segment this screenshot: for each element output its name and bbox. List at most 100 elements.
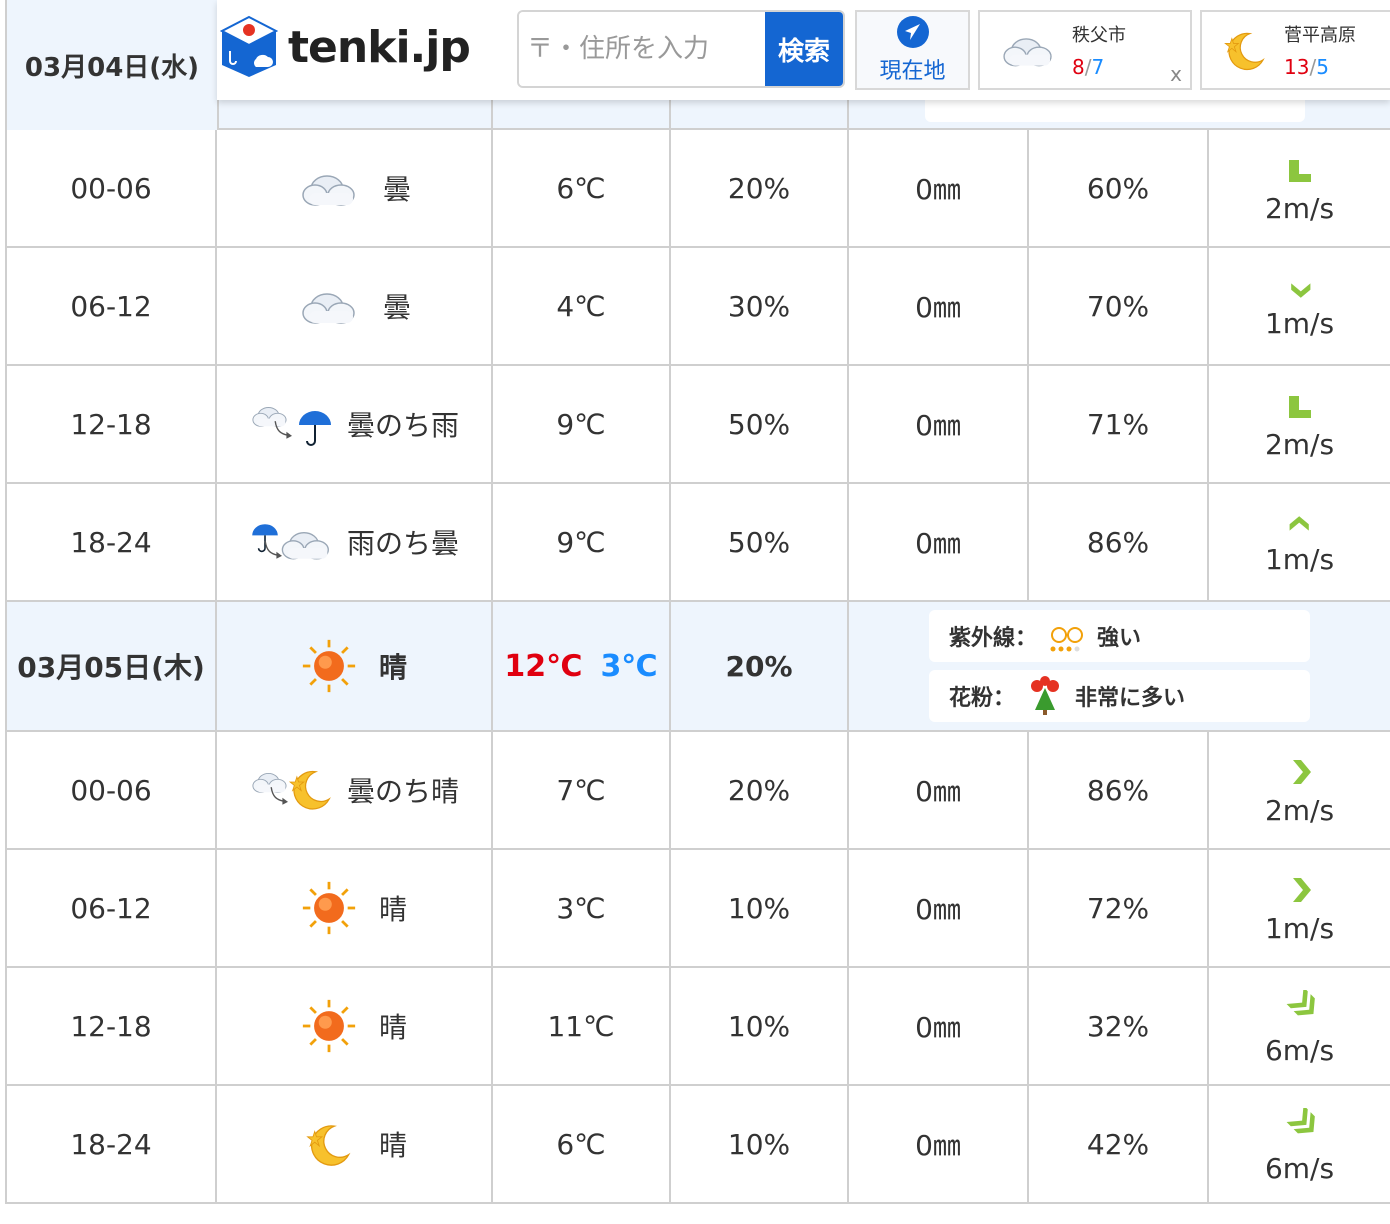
max-temp: 12℃ xyxy=(504,648,583,684)
wind-arrow-icon xyxy=(1292,759,1311,784)
min-temp: 3℃ xyxy=(600,648,658,684)
table-row: 18-24 雨のち曇 9℃ 50% 0㎜ 86% 1m/s xyxy=(5,482,1390,602)
wind-speed: 6m/s xyxy=(1264,1151,1335,1185)
location-name: 菅平高原 xyxy=(1284,25,1356,46)
uv-value: 強い xyxy=(1097,626,1142,651)
wind-arrow-icon xyxy=(1288,395,1311,418)
moon-icon xyxy=(1224,32,1264,71)
search-box: 検索 xyxy=(517,10,845,88)
wind-arrow-icon xyxy=(1286,989,1315,1015)
location-arrow-icon xyxy=(896,16,929,48)
wind-speed: 2m/s xyxy=(1264,793,1335,827)
wind-speed: 6m/s xyxy=(1264,1033,1335,1067)
table-row: 18-24 晴 6℃ 10% 0㎜ 42% 6m/s xyxy=(5,1084,1390,1204)
temp-cell: 3℃ xyxy=(491,848,671,968)
close-icon[interactable]: x xyxy=(1170,62,1182,86)
time-cell: 12-18 xyxy=(5,364,217,484)
wind-arrow-icon xyxy=(1288,159,1311,182)
precip-prob-cell: 10% xyxy=(669,1084,849,1204)
precip-cell: 0㎜ xyxy=(847,128,1029,248)
moon-icon xyxy=(306,1125,350,1166)
location-card[interactable]: 秩父市 8/7 x xyxy=(978,10,1192,90)
weather-label: 雨のち曇 xyxy=(346,527,459,560)
day-summary-row: 03月05日(木) 晴 12℃ 3℃ 20% 紫外線： 強い 花粉： 非常に多い xyxy=(5,600,1390,732)
precip-prob-cell: 20% xyxy=(669,600,849,732)
precip-cell: 0㎜ xyxy=(847,364,1029,484)
cloud-icon xyxy=(302,293,355,324)
humidity-cell: 86% xyxy=(1027,482,1209,602)
wind-arrow-icon xyxy=(1290,282,1310,298)
logo-text: tenki.jp xyxy=(288,21,471,73)
uv-label: 紫外線： xyxy=(949,626,1038,651)
humidity-cell: 32% xyxy=(1027,966,1209,1086)
precip-prob-cell: 10% xyxy=(669,966,849,1086)
min-temp: 7 xyxy=(1091,55,1105,79)
weather-label: 晴 xyxy=(378,893,407,926)
temp-cell: 4℃ xyxy=(491,246,671,366)
precip-prob-cell: 30% xyxy=(669,246,849,366)
precip-cell: 0㎜ xyxy=(847,1084,1029,1204)
temp-cell: 6℃ xyxy=(491,1084,671,1204)
wind-speed: 2m/s xyxy=(1264,427,1335,461)
weather-label: 曇 xyxy=(382,173,411,206)
wind-speed: 2m/s xyxy=(1264,191,1335,225)
precip-cell: 0㎜ xyxy=(847,848,1029,968)
date-label: 03月05日(木) xyxy=(5,600,217,732)
sun-icon xyxy=(301,880,357,936)
temp-cell: 11℃ xyxy=(491,966,671,1086)
location-card[interactable]: 菅平高原 13/5 xyxy=(1200,10,1390,90)
time-cell: 00-06 xyxy=(5,730,217,850)
pollen-box: 花粉： 非常に多い xyxy=(929,670,1311,722)
uv-icon xyxy=(1050,627,1084,652)
precip-cell: 0㎜ xyxy=(847,966,1029,1086)
precip-prob-cell: 50% xyxy=(669,364,849,484)
table-row: 06-12 晴 3℃ 10% 0㎜ 72% 1m/s xyxy=(5,848,1390,968)
time-cell: 00-06 xyxy=(5,128,217,248)
sun-icon xyxy=(301,998,357,1054)
cloud-then-rain-icon xyxy=(252,406,332,446)
pollen-icon xyxy=(1031,676,1060,715)
wind-speed: 1m/s xyxy=(1264,306,1335,340)
time-cell: 06-12 xyxy=(5,848,217,968)
pollen-label: 花粉： xyxy=(949,686,1016,711)
site-logo[interactable]: tenki.jp xyxy=(220,12,490,82)
location-name: 秩父市 xyxy=(1072,25,1126,46)
forecast-table: 00-06 曇 6℃ 20% 0㎜ 60% 2m/s 06-12 曇 4℃ 30… xyxy=(5,0,1390,1204)
humidity-cell: 72% xyxy=(1027,848,1209,968)
cloud-then-moon-icon xyxy=(252,770,330,810)
precip-prob-cell: 10% xyxy=(669,848,849,968)
precip-prob-cell: 20% xyxy=(669,730,849,850)
time-cell: 18-24 xyxy=(5,1084,217,1204)
temp-cell: 9℃ xyxy=(491,482,671,602)
precip-cell: 0㎜ xyxy=(847,730,1029,850)
current-location-label: 現在地 xyxy=(879,59,946,84)
precip-prob-cell: 20% xyxy=(669,128,849,248)
pollen-strip xyxy=(925,98,1305,122)
wind-arrow-icon xyxy=(1292,877,1311,902)
date-label: 03月04日(水) xyxy=(5,0,219,130)
time-cell: 12-18 xyxy=(5,966,217,1086)
humidity-cell: 70% xyxy=(1027,246,1209,366)
temp-cell: 9℃ xyxy=(491,364,671,484)
table-row: 12-18 曇のち雨 9℃ 50% 0㎜ 71% 2m/s xyxy=(5,364,1390,484)
max-temp: 8 xyxy=(1072,55,1085,79)
weather-label: 晴 xyxy=(378,651,407,684)
search-button[interactable]: 検索 xyxy=(765,12,843,86)
search-input[interactable] xyxy=(519,12,765,86)
table-row: 06-12 曇 4℃ 30% 0㎜ 70% 1m/s xyxy=(5,246,1390,366)
pollen-value: 非常に多い xyxy=(1075,686,1186,711)
humidity-cell: 42% xyxy=(1027,1084,1209,1204)
wind-arrow-icon xyxy=(1286,1107,1315,1133)
current-location-button[interactable]: 現在地 xyxy=(855,10,970,90)
time-cell: 06-12 xyxy=(5,246,217,366)
table-row: 12-18 晴 11℃ 10% 0㎜ 32% 6m/s xyxy=(5,966,1390,1086)
rain-then-cloud-icon xyxy=(251,523,329,560)
wind-speed: 1m/s xyxy=(1264,911,1335,945)
precip-prob-cell: 50% xyxy=(669,482,849,602)
max-temp: 13 xyxy=(1284,55,1310,79)
table-row: 00-06 曇 6℃ 20% 0㎜ 60% 2m/s xyxy=(5,128,1390,248)
temp-cell: 6℃ xyxy=(491,128,671,248)
logo-icon xyxy=(220,15,278,77)
weather-label: 曇のち雨 xyxy=(346,409,459,442)
weather-label: 曇のち晴 xyxy=(346,775,459,808)
